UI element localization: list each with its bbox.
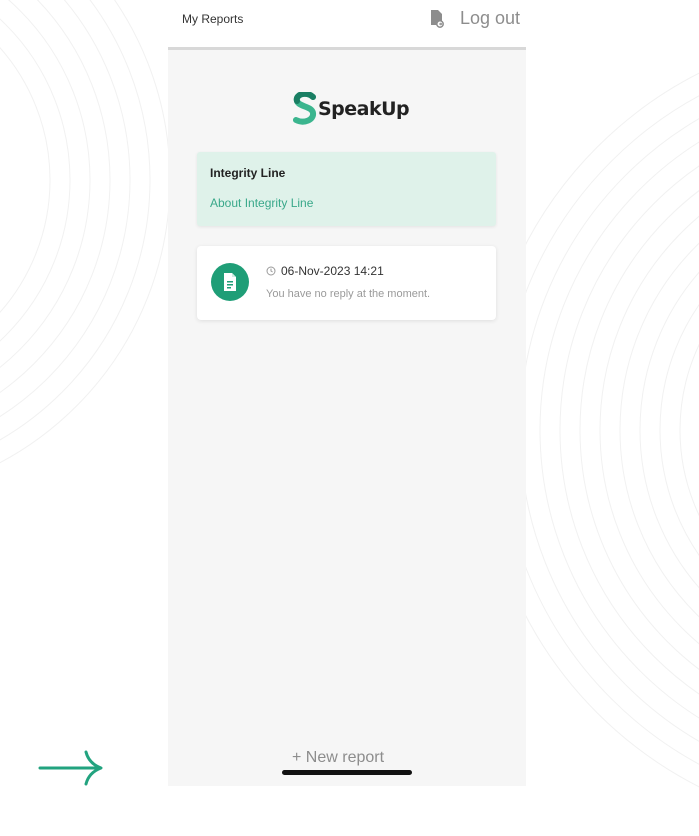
organization-card: Integrity Line About Integrity Line: [197, 152, 496, 226]
report-status: You have no reply at the moment.: [266, 288, 431, 300]
new-report-button[interactable]: + New report: [292, 749, 384, 767]
about-organization-link[interactable]: About Integrity Line: [210, 196, 313, 210]
report-date-text: 06-Nov-2023 14:21: [281, 264, 384, 278]
logo-text: SpeakUp: [318, 98, 410, 120]
speakup-logo-icon: [293, 92, 316, 125]
clock-icon: [266, 266, 276, 276]
app-screen: My Reports Log out SpeakUp Integrity Lin…: [168, 0, 526, 786]
organization-name: Integrity Line: [210, 166, 286, 180]
document-icon: [224, 273, 236, 291]
home-indicator: [282, 770, 412, 775]
logout-button[interactable]: Log out: [430, 8, 520, 29]
speakup-logo: SpeakUp: [293, 92, 410, 126]
report-icon: [211, 263, 249, 301]
arrow-right-icon: [38, 750, 103, 786]
report-list-item[interactable]: 06-Nov-2023 14:21 You have no reply at t…: [197, 246, 496, 320]
logout-label: Log out: [459, 8, 520, 28]
top-bar: My Reports Log out: [168, 0, 526, 50]
report-date: 06-Nov-2023 14:21: [266, 264, 384, 278]
page-title: My Reports: [182, 12, 244, 26]
report-export-icon: [430, 9, 444, 28]
